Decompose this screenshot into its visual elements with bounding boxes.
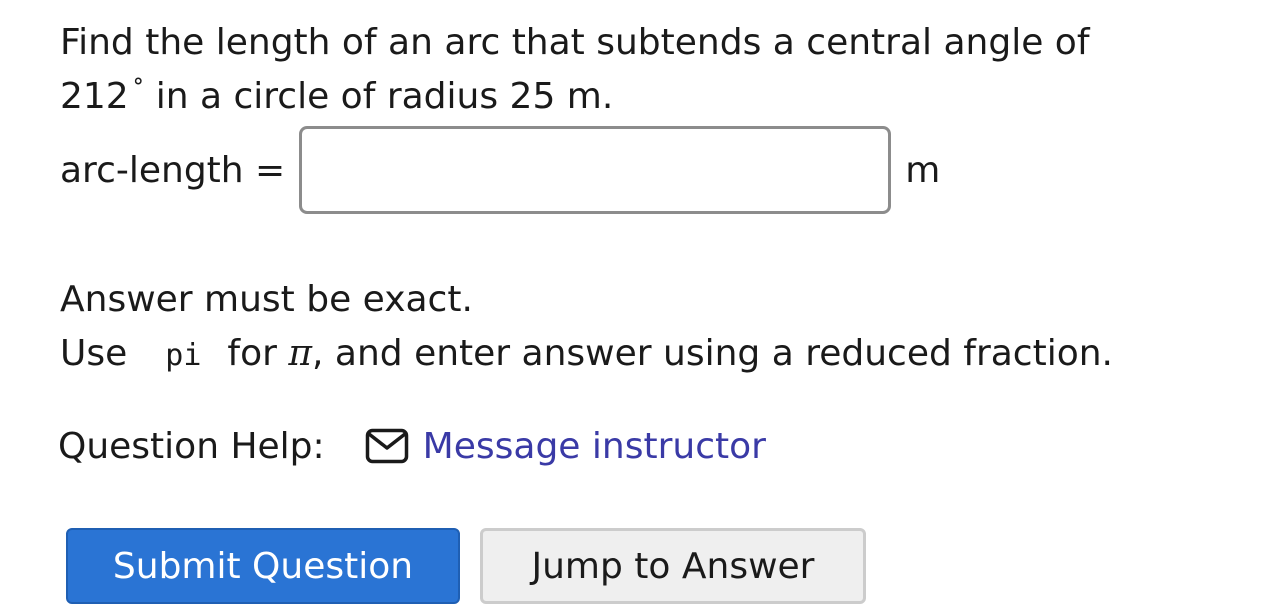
unit-label: m [905,149,941,191]
format-suffix: , and enter answer using a reduced fract… [312,333,1113,374]
use-prefix: Use [60,333,128,374]
arc-length-label: arc-length = [60,149,286,191]
arc-length-input[interactable] [299,126,892,214]
degree-symbol: ° [132,75,144,100]
pi-code: pi [165,338,202,373]
message-instructor-link[interactable]: Message instructor [423,426,766,467]
format-note: Use pi for π, and enter answer using a red… [60,328,1113,382]
question-help-label: Question Help: [58,425,325,467]
envelope-icon[interactable] [365,428,409,464]
question-text: Find the length of an arc that subtends … [60,16,1240,129]
question-line-1: Find the length of an arc that subtends … [60,22,1090,63]
exact-note: Answer must be exact. [60,279,473,320]
for-text: for [227,333,277,374]
question-line-2: 212 ° in a circle of radius 25 m. [60,70,1240,129]
question-line-2-rest: in a circle of radius 25 m. [155,76,614,117]
answer-row: arc-length = m [60,126,940,214]
question-help: Question Help: Message instructor [58,418,766,474]
submit-question-button[interactable]: Submit Question [66,528,460,604]
pi-symbol: π [288,333,313,374]
angle-value: 212 [60,76,129,117]
jump-to-answer-button[interactable]: Jump to Answer [480,528,866,604]
